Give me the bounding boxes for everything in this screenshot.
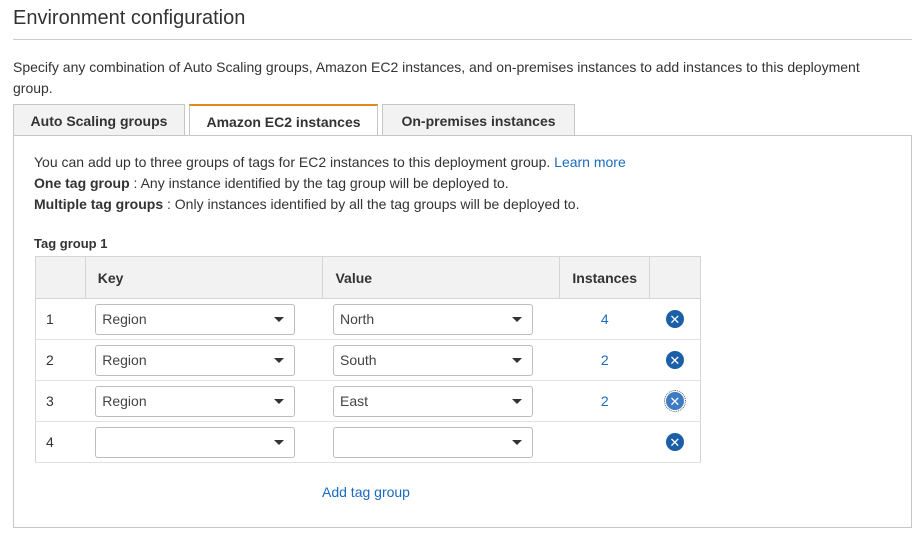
row-index: 3 [35, 380, 86, 422]
chevron-down-icon [511, 439, 522, 445]
info-line: You can add up to three groups of tags f… [34, 154, 551, 170]
row-index: 1 [35, 298, 86, 340]
col-key-header: Key [84, 256, 324, 299]
table-row: 1 Region North 4 ✕ [35, 298, 701, 340]
value-select[interactable] [332, 426, 533, 458]
tab-amazon-ec2-instances[interactable]: Amazon EC2 instances [189, 104, 378, 137]
remove-circle-icon[interactable]: ✕ [665, 433, 684, 451]
info-text: You can add up to three groups of tags f… [34, 152, 626, 215]
instances-count-link[interactable]: 2 [601, 393, 609, 409]
chevron-down-icon [511, 316, 522, 322]
value-select[interactable]: East [332, 385, 533, 417]
key-select[interactable]: Region [95, 303, 296, 335]
remove-circle-icon[interactable]: ✕ [665, 310, 684, 328]
chevron-down-icon [274, 316, 285, 322]
col-remove-header [649, 256, 701, 299]
table-row: 4 ✕ [35, 421, 701, 463]
title-divider [13, 39, 912, 40]
key-select-value: Region [102, 352, 147, 368]
key-select-value: Region [102, 311, 147, 327]
value-select-value: North [339, 311, 375, 327]
key-select-value: Region [102, 393, 147, 409]
col-index-header [35, 256, 86, 299]
one-tag-label: One tag group [34, 175, 130, 191]
tab-panel: You can add up to three groups of tags f… [13, 135, 912, 528]
row-index: 2 [35, 339, 86, 381]
add-tag-group-link[interactable]: Add tag group [322, 484, 410, 500]
tag-group-table: Key Value Instances 1 Region North 4 ✕ 2… [35, 256, 701, 463]
multi-tag-text: : Only instances identified by all the t… [163, 196, 580, 212]
chevron-down-icon [511, 357, 522, 363]
instances-count-link[interactable]: 4 [601, 311, 609, 327]
value-select[interactable]: South [332, 344, 533, 376]
key-select[interactable]: Region [95, 344, 296, 376]
tab-bar: Auto Scaling groups Amazon EC2 instances… [13, 104, 579, 137]
value-select-value: South [339, 352, 377, 368]
tag-group-label: Tag group 1 [34, 236, 108, 251]
key-select[interactable] [95, 426, 296, 458]
value-select-value: East [339, 393, 368, 409]
multi-tag-label: Multiple tag groups [34, 196, 164, 212]
value-select[interactable]: North [332, 303, 533, 335]
col-value-header: Value [322, 256, 561, 299]
instances-count-link[interactable]: 2 [601, 352, 609, 368]
key-select[interactable]: Region [95, 385, 296, 417]
chevron-down-icon [274, 398, 285, 404]
remove-circle-icon[interactable]: ✕ [663, 390, 686, 412]
tab-auto-scaling-groups[interactable]: Auto Scaling groups [13, 104, 185, 136]
remove-circle-icon[interactable]: ✕ [665, 351, 684, 369]
learn-more-link[interactable]: Learn more [554, 154, 626, 170]
one-tag-text: : Any instance identified by the tag gro… [129, 175, 509, 191]
chevron-down-icon [274, 357, 285, 363]
table-row: 3 Region East 2 ✕ [35, 380, 701, 422]
chevron-down-icon [274, 439, 285, 445]
col-instances-header: Instances [559, 256, 651, 299]
section-description: Specify any combination of Auto Scaling … [13, 59, 860, 96]
chevron-down-icon [511, 398, 522, 404]
section-title: Environment configuration [13, 7, 246, 29]
row-index: 4 [35, 421, 86, 463]
tab-on-premises-instances[interactable]: On-premises instances [382, 104, 575, 136]
table-row: 2 Region South 2 ✕ [35, 339, 701, 381]
